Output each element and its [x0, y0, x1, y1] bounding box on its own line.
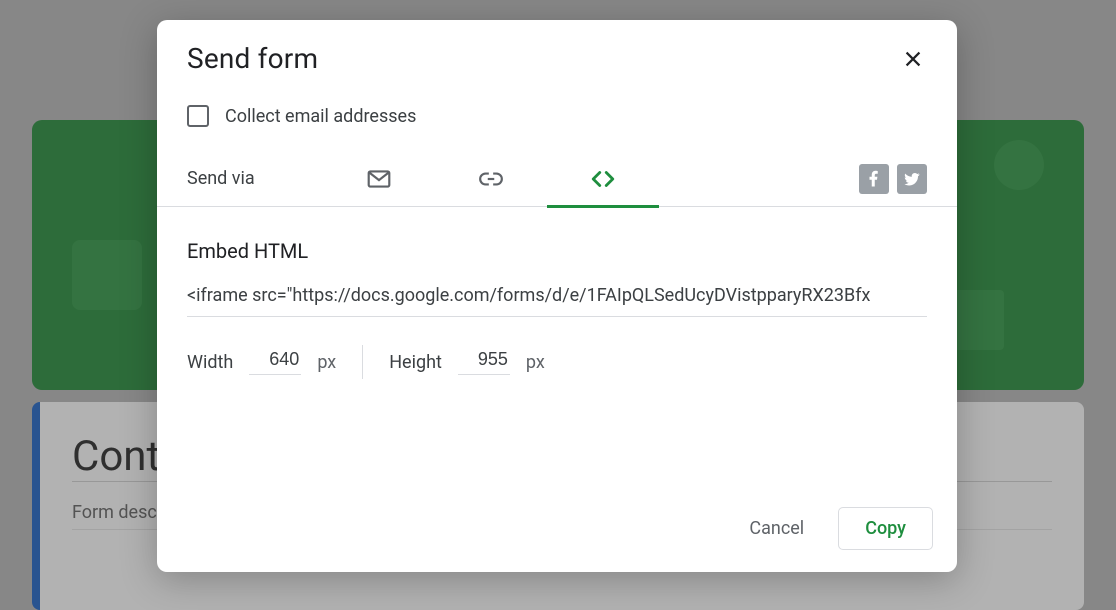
collect-emails-checkbox[interactable]: [187, 105, 209, 127]
collect-emails-label: Collect email addresses: [225, 106, 416, 127]
send-via-label: Send via: [187, 168, 323, 189]
dialog-title: Send form: [187, 42, 318, 75]
send-via-row: Send via: [157, 151, 957, 207]
mail-icon: [365, 166, 393, 192]
tab-email[interactable]: [323, 151, 435, 207]
embed-section-title: Embed HTML: [187, 239, 927, 263]
height-input[interactable]: [458, 349, 510, 375]
height-unit: px: [526, 352, 545, 373]
send-form-dialog: Send form Collect email addresses Send v…: [157, 20, 957, 572]
close-icon: [902, 48, 924, 70]
social-share: [859, 164, 927, 194]
dialog-header: Send form: [157, 20, 957, 75]
width-unit: px: [317, 352, 336, 373]
height-label: Height: [389, 352, 442, 373]
share-twitter-button[interactable]: [897, 164, 927, 194]
twitter-icon: [903, 170, 921, 188]
embed-code-field[interactable]: [187, 285, 927, 317]
share-facebook-button[interactable]: [859, 164, 889, 194]
copy-button[interactable]: Copy: [838, 507, 933, 550]
collect-emails-row: Collect email addresses: [157, 75, 957, 151]
dimensions-row: Width px Height px: [187, 345, 927, 379]
separator: [362, 345, 363, 379]
width-input[interactable]: [249, 349, 301, 375]
facebook-icon: [865, 170, 883, 188]
dialog-footer: Cancel Copy: [157, 507, 957, 572]
dialog-body: Embed HTML Width px Height px: [157, 207, 957, 379]
tab-embed[interactable]: [547, 151, 659, 207]
width-label: Width: [187, 352, 233, 373]
link-icon: [477, 166, 505, 192]
close-button[interactable]: [899, 45, 927, 73]
embed-icon: [589, 166, 617, 192]
cancel-button[interactable]: Cancel: [733, 508, 820, 549]
tab-link[interactable]: [435, 151, 547, 207]
